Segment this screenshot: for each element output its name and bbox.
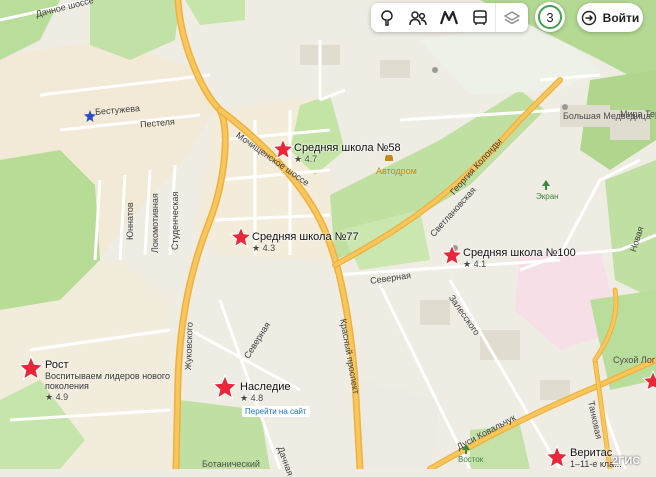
bus-icon (472, 9, 487, 25)
bestuzheva-marker-icon[interactable] (84, 110, 96, 122)
metro-filter-button[interactable] (433, 3, 464, 32)
area-label: Восток (458, 455, 484, 464)
poi-rating: ★ 4.8 (240, 393, 264, 403)
veritas-marker[interactable] (545, 445, 569, 469)
green-tree-icon (542, 180, 550, 190)
poi-title[interactable]: Веритас (570, 447, 612, 459)
poi-title[interactable]: Средняя школа №100 (463, 247, 576, 259)
school-100-marker[interactable] (441, 244, 463, 266)
counter-badge[interactable]: 3 (535, 2, 565, 32)
rost-marker[interactable] (18, 355, 44, 381)
people-filter-button[interactable] (402, 3, 433, 32)
green-tree-icon (462, 444, 470, 454)
poi-rating: ★ 4.7 (294, 154, 318, 164)
street-label: Локомотивная (150, 193, 160, 253)
layers-icon (503, 10, 520, 24)
offscreen-poi-marker[interactable] (642, 370, 656, 390)
poi-title[interactable]: Рост (45, 359, 69, 371)
website-link[interactable]: Перейти на сайт (242, 406, 310, 417)
poi-rating: ★ 4.1 (463, 259, 487, 269)
street-label: Юннатов (125, 202, 135, 240)
street-label: Жуковского (183, 321, 195, 371)
street-label: Студенческая (170, 191, 180, 250)
poi-title[interactable]: Средняя школа №77 (252, 231, 359, 243)
poi-rating: ★ 4.3 (252, 243, 276, 253)
tree-filter-button[interactable] (371, 3, 402, 32)
tree-icon (380, 9, 393, 26)
poi-rating: ★ 4.9 (45, 392, 69, 402)
login-label: Войти (602, 10, 640, 25)
layers-button[interactable] (495, 3, 527, 32)
poi-subtitle: поколения (45, 381, 89, 391)
nasledie-marker[interactable] (212, 374, 238, 400)
school-58-marker[interactable] (272, 138, 294, 160)
automobile-icon (385, 155, 393, 161)
map-filter-toolbar (371, 3, 528, 32)
poi-subtitle: Воспитываем лидеров нового (45, 371, 170, 381)
area-label: Автодром (376, 166, 417, 176)
area-label: Экран (536, 192, 559, 201)
people-icon (408, 10, 427, 25)
poi-title[interactable]: Наследие (240, 381, 291, 393)
login-button[interactable]: Войти (577, 3, 643, 32)
counter-value: 3 (538, 5, 562, 29)
poi-title[interactable]: Средняя школа №58 (294, 142, 401, 154)
watermark-logo: 2ГИС (612, 455, 641, 467)
area-label: Ботанический (202, 459, 260, 469)
area-label: Сухой Лог (613, 355, 656, 365)
bus-filter-button[interactable] (464, 3, 495, 32)
metro-icon (439, 10, 458, 24)
login-icon (581, 10, 596, 25)
area-label: Мира Терем (620, 109, 656, 119)
school-77-marker[interactable] (230, 226, 252, 248)
